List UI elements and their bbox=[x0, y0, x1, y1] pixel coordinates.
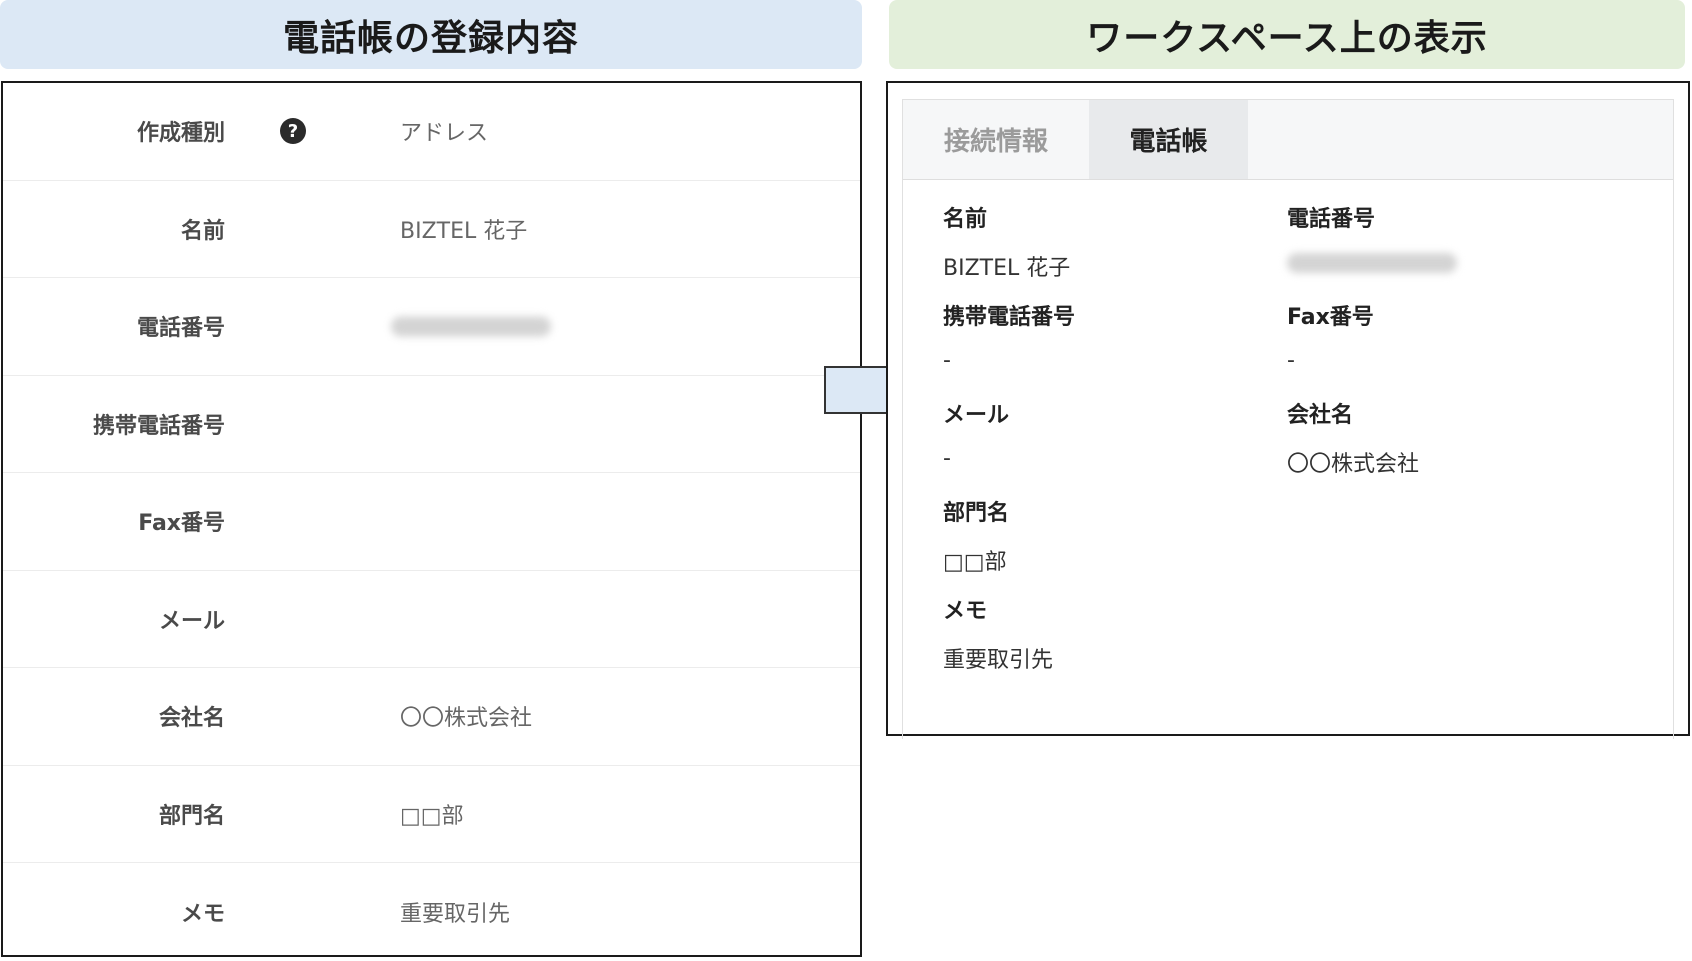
workspace-frame: 接続情報 電話帳 名前 BIZTEL 花子 電話番号 携帯電話番号 - Fax番… bbox=[902, 99, 1674, 739]
field-label: 会社名 bbox=[1287, 403, 1354, 428]
phonebook-registration-banner: 電話帳の登録内容 bbox=[0, 0, 862, 69]
field-label: メモ bbox=[943, 599, 988, 624]
tab-phonebook[interactable]: 電話帳 bbox=[1089, 100, 1248, 179]
form-row-department: 部門名 □□部 bbox=[3, 766, 860, 863]
help-icon[interactable]: ? bbox=[280, 118, 306, 145]
workspace-display-panel: 接続情報 電話帳 名前 BIZTEL 花子 電話番号 携帯電話番号 - Fax番… bbox=[886, 81, 1690, 739]
form-label: 作成種別 bbox=[136, 121, 225, 147]
form-row-mobile: 携帯電話番号 bbox=[3, 376, 860, 473]
form-label: メール bbox=[158, 608, 225, 634]
field-label: Fax番号 bbox=[1287, 305, 1374, 330]
form-row-mail: メール bbox=[3, 571, 860, 668]
field-label: 部門名 bbox=[943, 501, 1010, 526]
field-label: 名前 bbox=[943, 207, 988, 232]
field-memo: メモ 重要取引先 bbox=[943, 593, 1053, 674]
field-mail: メール - bbox=[943, 397, 1009, 472]
field-value: - bbox=[1287, 348, 1295, 373]
field-value: - bbox=[943, 446, 951, 471]
form-value: □□部 bbox=[400, 803, 464, 829]
banner-left-title: 電話帳の登録内容 bbox=[282, 17, 579, 59]
form-row-company: 会社名 〇〇株式会社 bbox=[3, 668, 860, 766]
form-label: 携帯電話番号 bbox=[92, 413, 225, 439]
form-label: メモ bbox=[180, 901, 225, 927]
form-row-creation-type: 作成種別 ? アドレス bbox=[3, 83, 860, 181]
field-fax: Fax番号 - bbox=[1287, 299, 1374, 374]
field-value: □□部 bbox=[943, 550, 1007, 575]
field-label: 携帯電話番号 bbox=[943, 305, 1076, 330]
form-value: 〇〇株式会社 bbox=[400, 706, 533, 732]
form-label: Fax番号 bbox=[138, 511, 225, 537]
field-company: 会社名 〇〇株式会社 bbox=[1287, 397, 1419, 478]
field-department: 部門名 □□部 bbox=[943, 495, 1009, 576]
form-label: 電話番号 bbox=[136, 316, 225, 342]
blurred-phone-value bbox=[1287, 250, 1457, 276]
form-row-phone: 電話番号 bbox=[3, 278, 860, 376]
field-value: - bbox=[943, 348, 951, 373]
field-value: 〇〇株式会社 bbox=[1287, 452, 1420, 477]
banner-right-title: ワークスペース上の表示 bbox=[1086, 17, 1488, 59]
form-label: 会社名 bbox=[158, 706, 225, 732]
form-row-fax: Fax番号 bbox=[3, 473, 860, 571]
registration-form-panel: 作成種別 ? アドレス 名前 BIZTEL 花子 電話番号 携帯電話番号 Fax… bbox=[1, 81, 862, 957]
field-label: 電話番号 bbox=[1287, 207, 1376, 232]
field-mobile: 携帯電話番号 - bbox=[943, 299, 1075, 374]
workspace-tabbar: 接続情報 電話帳 bbox=[903, 100, 1673, 180]
tab-connection-info[interactable]: 接続情報 bbox=[903, 100, 1089, 179]
field-phone: 電話番号 bbox=[1287, 201, 1457, 276]
field-label: メール bbox=[943, 403, 1010, 428]
blurred-phone-value bbox=[391, 314, 551, 339]
field-name: 名前 BIZTEL 花子 bbox=[943, 201, 1070, 282]
form-label: 部門名 bbox=[158, 803, 225, 829]
form-value: BIZTEL 花子 bbox=[400, 218, 528, 244]
form-value: アドレス bbox=[400, 121, 489, 147]
field-value: BIZTEL 花子 bbox=[943, 256, 1071, 281]
form-label: 名前 bbox=[180, 218, 225, 244]
form-row-memo: メモ 重要取引先 bbox=[3, 863, 860, 961]
form-row-name: 名前 BIZTEL 花子 bbox=[3, 181, 860, 278]
workspace-display-banner: ワークスペース上の表示 bbox=[889, 0, 1685, 69]
field-value: 重要取引先 bbox=[943, 648, 1054, 673]
form-value: 重要取引先 bbox=[400, 901, 511, 927]
